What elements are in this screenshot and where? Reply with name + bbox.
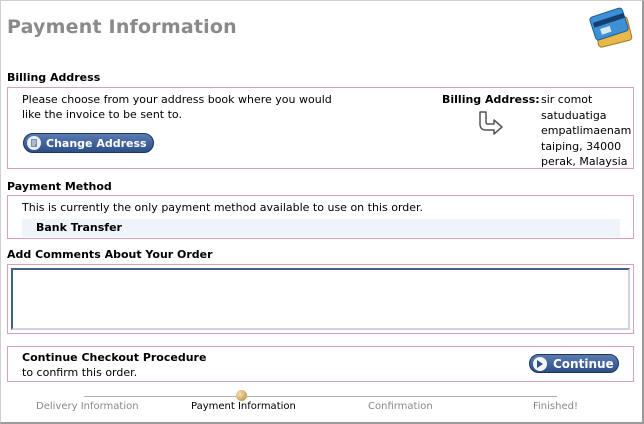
payment-note: This is currently the only payment metho… <box>22 201 424 214</box>
change-address-label: Change Address <box>46 136 147 150</box>
address-book-icon <box>27 136 41 150</box>
comments-section-title: Add Comments About Your Order <box>7 248 213 261</box>
billing-section-title: Billing Address <box>7 71 101 84</box>
comments-box <box>7 264 634 334</box>
credit-card-icon <box>589 7 633 48</box>
step-finished: Finished! <box>533 401 578 412</box>
address-line: empatlimaenam <box>541 124 632 137</box>
continue-subtitle: to confirm this order. <box>22 366 138 379</box>
billing-address-label: Billing Address: <box>442 93 540 106</box>
payment-section-title: Payment Method <box>7 180 112 193</box>
step-payment-information: Payment Information <box>191 401 296 412</box>
billing-address: sir comot satuduatiga empatlimaenam taip… <box>541 92 631 170</box>
continue-button-label: Continue <box>553 356 614 371</box>
billing-box: Please choose from your address book whe… <box>7 87 634 169</box>
comments-textarea[interactable] <box>11 268 630 330</box>
page-title: Payment Information <box>7 16 237 38</box>
change-address-button[interactable]: Change Address <box>23 133 154 153</box>
address-line: satuduatiga <box>541 108 607 122</box>
address-line: taiping, 34000 <box>541 139 622 153</box>
progress-line <box>247 396 557 397</box>
continue-title: Continue Checkout Procedure <box>22 351 207 364</box>
payment-box: This is currently the only payment metho… <box>7 195 634 239</box>
continue-button[interactable]: Continue <box>529 354 619 373</box>
address-line: sir comot <box>541 93 593 106</box>
curved-arrow-icon <box>479 111 503 135</box>
arrow-right-icon <box>533 356 547 371</box>
step-confirmation: Confirmation <box>368 401 433 412</box>
continue-box: Continue Checkout Procedure to confirm t… <box>7 346 634 382</box>
progress-dot-icon <box>236 390 247 401</box>
address-line: perak, Malaysia <box>541 155 628 168</box>
payment-option-bank-transfer[interactable]: Bank Transfer <box>22 219 620 237</box>
step-delivery-information: Delivery Information <box>36 401 139 412</box>
progress-line <box>84 396 236 397</box>
billing-instructions: Please choose from your address book whe… <box>22 93 332 121</box>
